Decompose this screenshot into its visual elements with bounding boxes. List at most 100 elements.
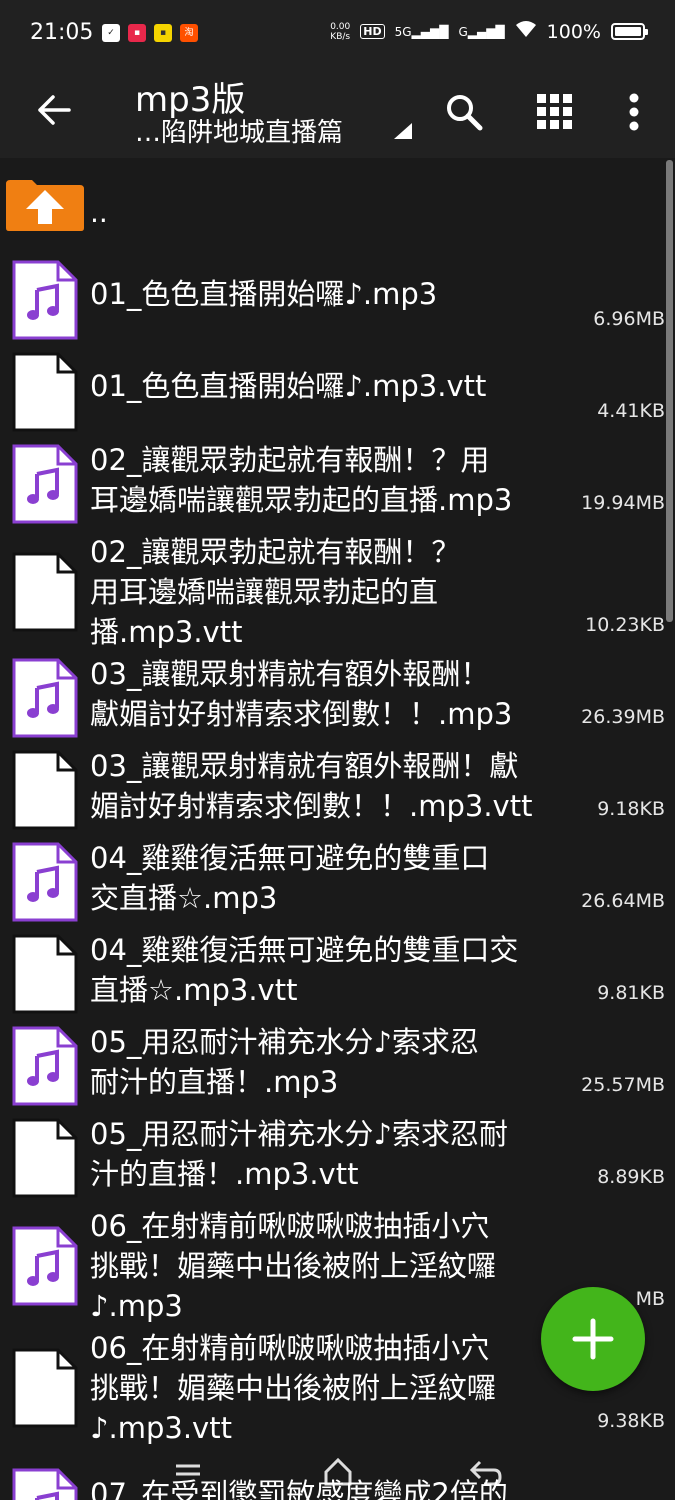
menu-nav-icon[interactable] xyxy=(168,1452,208,1492)
file-name: 04_雞雞復活無可避免的雙重口交 直播☆.mp3.vtt xyxy=(90,930,518,1010)
document-file-icon xyxy=(12,552,78,632)
file-name-line: 獻媚討好射精索求倒數！！.mp3 xyxy=(90,697,513,731)
audio-file-icon xyxy=(12,658,78,738)
file-size: 10.23KB xyxy=(585,614,665,636)
document-file-row[interactable]: 05_用忍耐汁補充水分♪索求忍耐 汁的直播！.mp3.vtt 8.89KB xyxy=(0,1108,675,1200)
signal-g-icon: G▂▄▆█ xyxy=(458,24,505,39)
audio-file-row[interactable]: 03_讓觀眾射精就有額外報酬！ 獻媚討好射精索求倒數！！.mp3 26.39MB xyxy=(0,648,675,740)
document-file-icon xyxy=(12,1348,78,1428)
document-file-row[interactable]: 04_雞雞復活無可避免的雙重口交 直播☆.mp3.vtt 9.81KB xyxy=(0,924,675,1016)
network-speed-unit: KB/s xyxy=(330,31,351,42)
file-name-line: 03_讓觀眾射精就有額外報酬！獻 xyxy=(90,749,519,783)
folder-up-icon xyxy=(6,180,84,231)
signal-5g-icon: 5G▂▄▆█ xyxy=(394,24,449,39)
file-name-line: ♪.mp3 xyxy=(90,1289,183,1323)
file-name-line: 挑戰！媚藥中出後被附上淫紋囉 xyxy=(90,1249,497,1283)
file-name-line: 耳邊嬌喘讓觀眾勃起的直播.mp3 xyxy=(90,483,513,517)
file-size: 6.96MB xyxy=(593,308,665,330)
document-file-icon xyxy=(12,750,78,830)
file-name-line: 01_色色直播開始囉♪.mp3 xyxy=(90,277,438,311)
file-name-line: 用耳邊嬌喘讓觀眾勃起的直 xyxy=(90,575,439,609)
parent-folder-label: .. xyxy=(90,196,108,229)
file-size: 9.38KB xyxy=(597,1410,665,1432)
file-name: 06_在射精前啾啵啾啵抽插小穴 挑戰！媚藥中出後被附上淫紋囉 ♪.mp3.vtt xyxy=(90,1328,496,1448)
file-name: 03_讓觀眾射精就有額外報酬！ 獻媚討好射精索求倒數！！.mp3 xyxy=(90,654,512,734)
grid-view-button[interactable] xyxy=(523,80,587,144)
file-size: 4.41KB xyxy=(597,400,665,422)
audio-file-row[interactable]: 04_雞雞復活無可避免的雙重口 交直播☆.mp3 26.64MB xyxy=(0,832,675,924)
file-size: 25.57MB xyxy=(581,1074,665,1096)
file-name-line: 04_雞雞復活無可避免的雙重口 xyxy=(90,841,490,875)
audio-file-icon xyxy=(12,1026,78,1106)
file-name-line: 05_用忍耐汁補充水分♪索求忍 xyxy=(90,1025,479,1059)
audio-file-row[interactable]: 01_色色直播開始囉♪.mp3 6.96MB xyxy=(0,250,675,342)
file-name: 05_用忍耐汁補充水分♪索求忍 耐汁的直播！.mp3 xyxy=(90,1022,479,1102)
more-vert-icon xyxy=(629,93,639,131)
file-name-line: 06_在射精前啾啵啾啵抽插小穴 xyxy=(90,1331,490,1365)
file-size: MB xyxy=(635,1288,665,1310)
hd-badge: HD xyxy=(360,24,385,39)
path-dropdown-icon[interactable] xyxy=(392,122,414,140)
file-size: 8.89KB xyxy=(597,1166,665,1188)
clipboard-icon: ✓ xyxy=(102,24,120,42)
app-notification-icon: ▪ xyxy=(128,24,146,42)
document-file-icon xyxy=(12,934,78,1014)
status-bar: 21:05 ✓ ▪ ▪ 淘 0.00 KB/s HD 5G▂▄▆█ G▂▄▆█ … xyxy=(0,0,675,68)
document-file-row[interactable]: 01_色色直播開始囉♪.mp3.vtt 4.41KB xyxy=(0,342,675,434)
back-arrow-icon xyxy=(38,95,71,125)
file-name: 04_雞雞復活無可避免的雙重口 交直播☆.mp3 xyxy=(90,838,489,918)
more-options-button[interactable] xyxy=(602,80,666,144)
network-speed: 0.00 KB/s xyxy=(330,22,350,42)
file-name-line: 挑戰！媚藥中出後被附上淫紋囉 xyxy=(90,1371,497,1405)
parent-folder-row[interactable]: .. xyxy=(0,158,675,246)
document-file-row[interactable]: 03_讓觀眾射精就有額外報酬！獻 媚討好射精索求倒數！！.mp3.vtt 9.18K… xyxy=(0,740,675,832)
add-button[interactable] xyxy=(541,1287,645,1391)
file-name-line: 汁的直播！.mp3.vtt xyxy=(90,1157,359,1191)
file-size: 9.18KB xyxy=(597,798,665,820)
status-time: 21:05 xyxy=(30,20,94,45)
document-file-icon xyxy=(12,1118,78,1198)
document-file-row[interactable]: 02_讓觀眾勃起就有報酬！？ 用耳邊嬌喘讓觀眾勃起的直 播.mp3.vtt 10.23… xyxy=(0,526,675,649)
wifi-icon xyxy=(515,20,537,43)
search-icon xyxy=(447,95,483,131)
search-button[interactable] xyxy=(432,80,496,144)
file-size: 26.64MB xyxy=(581,890,665,912)
document-file-icon xyxy=(12,352,78,432)
file-name-line: 交直播☆.mp3 xyxy=(90,881,278,915)
signal-5g-label: 5G xyxy=(394,24,412,39)
path-subtitle[interactable]: …陷阱地城直播篇 xyxy=(135,112,343,149)
file-name-line: 04_雞雞復活無可避免的雙重口交 xyxy=(90,933,519,967)
status-indicators: 0.00 KB/s HD 5G▂▄▆█ G▂▄▆█ 100% xyxy=(330,20,648,43)
file-size: 19.94MB xyxy=(581,492,665,514)
plus-icon xyxy=(572,1318,614,1360)
audio-file-row[interactable]: 05_用忍耐汁補充水分♪索求忍 耐汁的直播！.mp3 25.57MB xyxy=(0,1016,675,1108)
file-name-line: 03_讓觀眾射精就有額外報酬！ xyxy=(90,657,490,691)
file-name: 01_色色直播開始囉♪.mp3.vtt xyxy=(90,366,486,406)
grid-view-icon xyxy=(537,94,572,129)
file-name: 06_在射精前啾啵啾啵抽插小穴 挑戰！媚藥中出後被附上淫紋囉 ♪.mp3 xyxy=(90,1206,496,1326)
scrollbar[interactable] xyxy=(666,160,673,622)
notification-icons: ✓ ▪ ▪ 淘 xyxy=(102,24,198,42)
file-name-line: 媚討好射精索求倒數！！.mp3.vtt xyxy=(90,789,533,823)
home-nav-icon[interactable] xyxy=(318,1452,358,1492)
file-name: 03_讓觀眾射精就有額外報酬！獻 媚討好射精索求倒數！！.mp3.vtt xyxy=(90,746,532,826)
system-nav-bar xyxy=(0,1440,675,1500)
battery-percent: 100% xyxy=(546,20,601,43)
audio-file-icon xyxy=(12,260,78,340)
file-name-line: 直播☆.mp3.vtt xyxy=(90,973,298,1007)
signal-g-label: G xyxy=(458,24,468,39)
audio-file-row[interactable]: 02_讓觀眾勃起就有報酬！？用 耳邊嬌喘讓觀眾勃起的直播.mp3 19.94MB xyxy=(0,434,675,526)
back-nav-icon[interactable] xyxy=(466,1452,506,1492)
file-size: 9.81KB xyxy=(597,982,665,1004)
file-name-line: 耐汁的直播！.mp3 xyxy=(90,1065,339,1099)
file-name-line: 02_讓觀眾勃起就有報酬！？用 xyxy=(90,443,490,477)
battery-icon xyxy=(611,23,648,40)
file-name-line: 06_在射精前啾啵啾啵抽插小穴 xyxy=(90,1209,490,1243)
app-toolbar: mp3版 …陷阱地城直播篇 xyxy=(0,68,675,158)
file-name-line: 01_色色直播開始囉♪.mp3.vtt xyxy=(90,369,487,403)
file-name-line: 播.mp3.vtt xyxy=(90,615,243,649)
back-button[interactable] xyxy=(22,78,86,142)
file-name: 01_色色直播開始囉♪.mp3 xyxy=(90,274,437,314)
file-name-line: 05_用忍耐汁補充水分♪索求忍耐 xyxy=(90,1117,508,1151)
file-name: 05_用忍耐汁補充水分♪索求忍耐 汁的直播！.mp3.vtt xyxy=(90,1114,508,1194)
